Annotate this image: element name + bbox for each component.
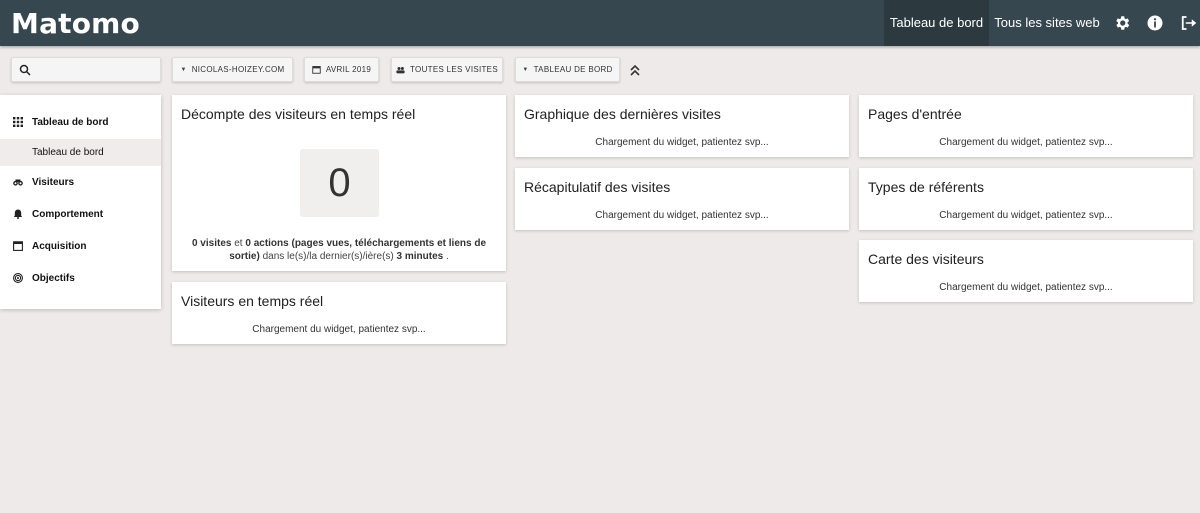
and-text: et [234, 238, 243, 249]
period-dot: . [445, 251, 449, 262]
dashboard-selector-button[interactable]: ▼ TABLEAU DE BORD [515, 57, 620, 82]
target-icon [13, 273, 23, 283]
segment-selector-label: TOUTES LES VISITES [410, 65, 498, 74]
calendar-icon [312, 66, 321, 74]
calendar-icon [13, 241, 23, 251]
widget-title: Récapitulatif des visites [524, 179, 671, 195]
info-icon[interactable] [1146, 14, 1164, 32]
sidebar-item-dashboard[interactable]: Tableau de bord [0, 109, 161, 135]
sidebar-item-label: Visiteurs [32, 176, 75, 188]
nav-dashboard[interactable]: Tableau de bord [884, 0, 989, 46]
search-input[interactable] [11, 57, 161, 82]
widget-visits-summary: Récapitulatif des visites Chargement du … [515, 168, 849, 230]
widget-referrer-types: Types de référents Chargement du widget,… [859, 168, 1193, 230]
double-chevron-up-icon[interactable] [629, 63, 641, 77]
sidebar-item-label: Tableau de bord [32, 116, 109, 128]
users-icon [396, 66, 405, 73]
nav-all-websites[interactable]: Tous les sites web [992, 0, 1102, 46]
widget-title: Décompte des visiteurs en temps réel [181, 106, 416, 122]
top-bar: Matomo Tableau de bord Tous les sites we… [0, 0, 1200, 46]
widget-last-visits-graph: Graphique des dernières visites Chargeme… [515, 95, 849, 157]
search-icon [19, 64, 31, 76]
grid-icon [13, 117, 23, 127]
sidebar-subitem-label: Tableau de bord [32, 147, 104, 158]
sidebar-item-acquisition[interactable]: Acquisition [0, 233, 161, 259]
segment-selector-button[interactable]: TOUTES LES VISITES [391, 57, 503, 82]
caret-down-icon: ▼ [522, 66, 529, 73]
widget-title: Graphique des dernières visites [524, 106, 721, 122]
visits-count: 0 visites [191, 238, 232, 249]
widget-realtime-visitors: Visiteurs en temps réel Chargement du wi… [172, 282, 506, 344]
bell-icon [13, 209, 23, 219]
widget-loading-text: Chargement du widget, patientez svp... [939, 282, 1113, 293]
caret-down-icon: ▼ [180, 66, 187, 73]
widget-loading-text: Chargement du widget, patientez svp... [252, 324, 426, 335]
widget-title: Visiteurs en temps réel [181, 293, 324, 309]
widget-loading-text: Chargement du widget, patientez svp... [939, 210, 1113, 221]
sidebar-subitem-dashboard[interactable]: Tableau de bord [0, 139, 161, 166]
dashboard-selector-label: TABLEAU DE BORD [533, 65, 613, 74]
widget-loading-text: Chargement du widget, patientez svp... [595, 137, 769, 148]
sidebar-item-label: Comportement [32, 208, 104, 220]
minutes-count: 3 minutes [396, 251, 444, 262]
in-last-text: dans le(s)/la dernier(s)/ière(s) [262, 251, 394, 262]
widget-loading-text: Chargement du widget, patientez svp... [939, 137, 1113, 148]
sidebar-item-label: Objectifs [32, 272, 75, 284]
gear-icon[interactable] [1113, 14, 1131, 32]
widget-title: Types de référents [868, 179, 984, 195]
sidebar-item-goals[interactable]: Objectifs [0, 265, 161, 291]
period-selector-label: AVRIL 2019 [325, 65, 372, 74]
sidebar-item-behaviour[interactable]: Comportement [0, 201, 161, 227]
site-selector-button[interactable]: ▼ NICOLAS-HOIZEY.COM [172, 57, 293, 82]
logout-icon[interactable] [1179, 14, 1197, 32]
widget-realtime-counter: Décompte des visiteurs en temps réel 0 0… [172, 95, 506, 271]
site-selector-label: NICOLAS-HOIZEY.COM [191, 65, 285, 74]
period-selector-button[interactable]: AVRIL 2019 [304, 57, 379, 82]
sidebar: Tableau de bord Tableau de bord Visiteur… [0, 95, 161, 309]
visitor-count-summary: 0 visites et 0 actions (pages vues, télé… [182, 237, 496, 263]
widget-title: Carte des visiteurs [868, 251, 984, 267]
matomo-logo[interactable]: Matomo [11, 7, 140, 40]
widget-visitor-map: Carte des visiteurs Chargement du widget… [859, 240, 1193, 302]
visitor-count-value: 0 [300, 149, 379, 217]
widget-title: Pages d'entrée [868, 106, 962, 122]
widget-loading-text: Chargement du widget, patientez svp... [595, 210, 769, 221]
sidebar-item-visitors[interactable]: Visiteurs [0, 169, 161, 195]
binoculars-icon [13, 179, 23, 186]
widget-entry-pages: Pages d'entrée Chargement du widget, pat… [859, 95, 1193, 157]
sidebar-item-label: Acquisition [32, 240, 87, 252]
